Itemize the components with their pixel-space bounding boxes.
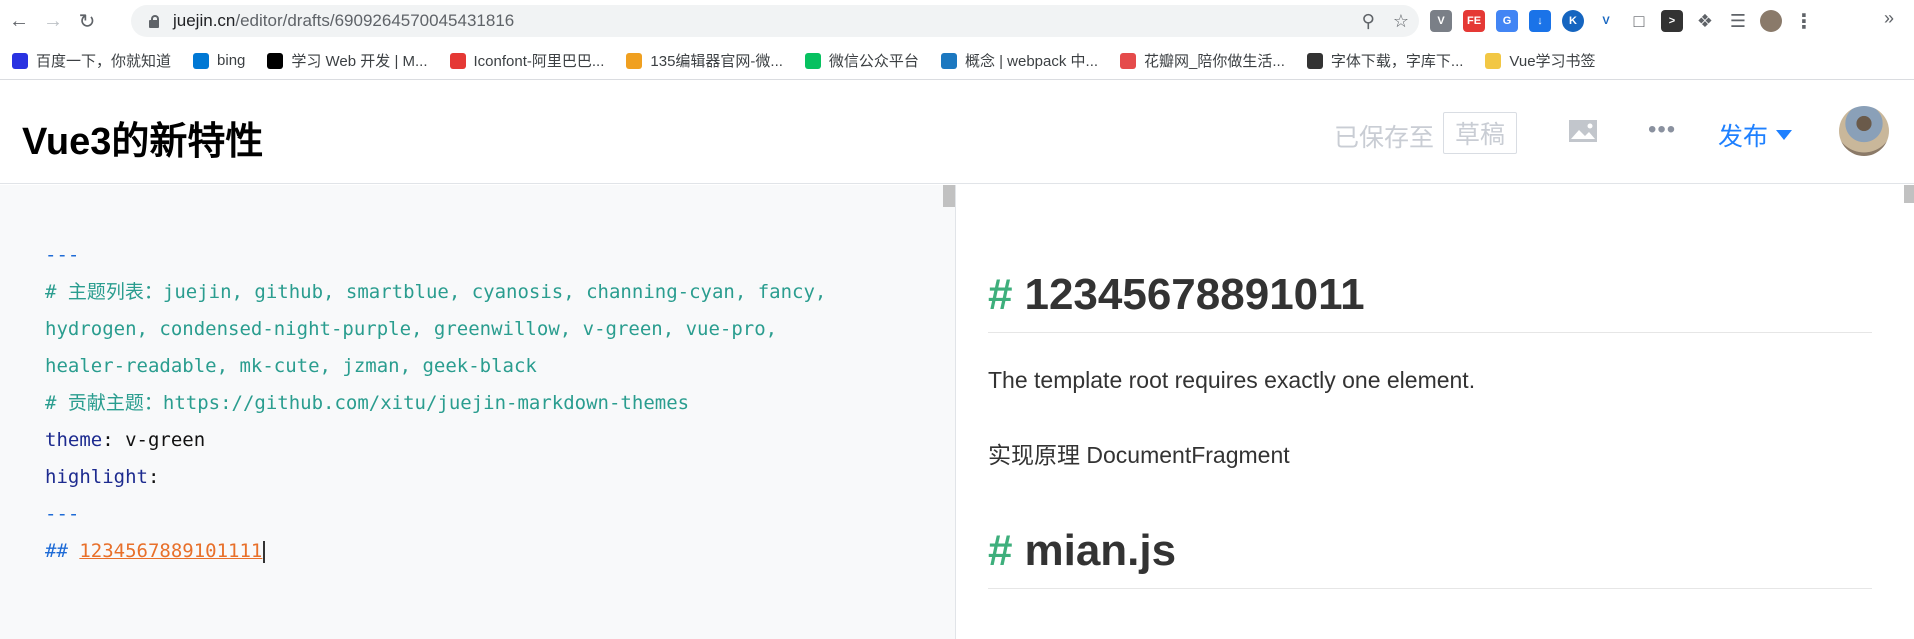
bookmark-item[interactable]: 字体下载，字库下... — [1306, 50, 1464, 71]
editor-scrollbar[interactable] — [943, 185, 955, 207]
highlight-sep: : — [147, 466, 160, 488]
bookmark-label: Iconfont-阿里巴巴... — [473, 53, 605, 70]
publish-button[interactable]: 发布 — [1718, 117, 1793, 153]
heading-hash: # — [988, 270, 1013, 319]
url-host: juejin.cn — [173, 11, 236, 30]
media-icon[interactable]: ☰ — [1727, 10, 1749, 32]
menu-kebab-icon[interactable]: ⋮ — [1793, 10, 1815, 33]
zoom-icon[interactable]: ⚲ — [1362, 11, 1375, 32]
frontmatter-end: --- — [45, 503, 80, 525]
bookmark-item[interactable]: 135编辑器官网-微... — [626, 50, 783, 71]
huaban-icon — [1120, 52, 1137, 69]
theme-value: v-green — [113, 429, 206, 451]
highlight-key: highlight — [45, 466, 148, 488]
frontmatter-start: --- — [45, 244, 80, 266]
bookmark-label: Vue学习书签 — [1509, 53, 1596, 70]
text-cursor — [263, 540, 266, 563]
bookmark-item[interactable]: 微信公众平台 — [804, 50, 919, 71]
bookmark-label: 百度一下，你就知道 — [36, 53, 172, 70]
editor-header: Vue3的新特性 已保存至 草稿 ••• 发布 — [0, 80, 1914, 184]
bookmark-item[interactable]: Iconfont-阿里巴巴... — [449, 50, 605, 71]
bookmark-item[interactable]: 百度一下，你就知道 — [12, 50, 171, 71]
puzzle-icon[interactable]: ❖ — [1694, 10, 1716, 32]
more-options-icon[interactable]: ••• — [1648, 116, 1676, 144]
markdown-source[interactable]: --- # 主题列表：juejin, github, smartblue, cy… — [45, 237, 826, 570]
folder-icon — [1485, 52, 1502, 69]
image-upload-icon[interactable] — [1568, 119, 1598, 143]
preview-content: # 12345678891011 The template root requi… — [988, 270, 1872, 589]
bookmark-item[interactable]: 花瓣网_陪你做生活... — [1120, 50, 1285, 71]
globe-icon — [1306, 52, 1323, 69]
translate-icon[interactable]: G — [1496, 10, 1518, 32]
heading-hash: # — [988, 526, 1013, 575]
fe-helper-icon[interactable]: FE — [1463, 10, 1485, 32]
comment-line: hydrogen, condensed-night-purple, greenw… — [45, 318, 778, 340]
heading-mark: ## — [45, 540, 68, 562]
saved-status: 已保存至 — [1334, 124, 1435, 152]
bookmark-item[interactable]: bing — [193, 52, 245, 69]
download-icon[interactable]: ↓ — [1529, 10, 1551, 32]
profile-avatar-icon[interactable] — [1760, 10, 1782, 32]
heading-text: 1234567889101111 — [79, 540, 263, 562]
draft-button[interactable]: 草稿 — [1443, 112, 1517, 154]
preview-scrollbar[interactable] — [1904, 185, 1914, 203]
url-path: /editor/drafts/6909264570045431816 — [235, 11, 515, 30]
back-icon[interactable]: ← — [4, 6, 34, 36]
iconfont-icon — [449, 52, 466, 69]
reload-icon[interactable]: ↻ — [72, 6, 102, 36]
k-extension-icon[interactable]: K — [1562, 10, 1584, 32]
bookmarks-bar: 百度一下，你就知道 bing 学习 Web 开发 | M... Iconfont-阿里… — [0, 42, 1914, 80]
theme-key: theme — [45, 429, 103, 451]
terminal-icon[interactable]: > — [1661, 10, 1683, 32]
vue-devtools-icon[interactable]: V — [1430, 10, 1452, 32]
heading-text: 12345678891011 — [1024, 270, 1365, 319]
preview-paragraph: The template root requires exactly one e… — [988, 367, 1476, 393]
webpack-icon — [940, 52, 957, 69]
article-title[interactable]: Vue3的新特性 — [22, 110, 263, 165]
bookmark-label: 135编辑器官网-微... — [650, 53, 783, 70]
heading-text: mian.js — [1024, 526, 1177, 575]
comment-line: # 主题列表：juejin, github, smartblue, cyanos… — [45, 281, 827, 303]
browser-toolbar: ← → ↻ juejin.cn/editor/drafts/6909264570… — [0, 0, 1914, 42]
bookmark-item[interactable]: Vue学习书签 — [1485, 50, 1596, 71]
forward-icon[interactable]: → — [38, 6, 68, 36]
mdn-icon — [267, 52, 284, 69]
bing-icon — [193, 52, 210, 69]
bookmark-label: 微信公众平台 — [828, 53, 919, 70]
lock-icon[interactable] — [147, 14, 161, 28]
more-bookmarks-icon[interactable]: » — [1884, 8, 1894, 29]
wechat-icon — [804, 52, 821, 69]
comment-line: # 贡献主题：https://github.com/xitu/juejin-ma… — [45, 392, 690, 414]
extensions-area: V FE G ↓ K V □ > ❖ ☰ ⋮ — [1430, 5, 1815, 37]
bookmark-label: 概念 | webpack 中... — [964, 53, 1099, 70]
vimium-icon[interactable]: V — [1595, 10, 1617, 32]
star-icon[interactable]: ☆ — [1393, 11, 1409, 32]
baidu-icon — [12, 52, 28, 69]
avatar[interactable] — [1839, 106, 1889, 156]
bookmark-item[interactable]: 学习 Web 开发 | M... — [267, 50, 428, 71]
theme-sep: : — [102, 429, 114, 451]
bookmark-label: 字体下载，字库下... — [1330, 53, 1464, 70]
bookmark-label: 学习 Web 开发 | M... — [291, 53, 428, 70]
address-bar[interactable]: juejin.cn/editor/drafts/6909264570045431… — [131, 5, 1419, 37]
preview-heading-1: # 12345678891011 — [988, 270, 1872, 333]
preview-paragraph: 实现原理 DocumentFragment — [988, 442, 1290, 468]
135-icon — [626, 52, 643, 69]
preview-heading-2: # mian.js — [988, 526, 1872, 589]
comment-line: healer-readable, mk-cute, jzman, geek-bl… — [45, 355, 537, 377]
bookmark-label: 花瓣网_陪你做生活... — [1144, 53, 1285, 70]
bookmark-icon[interactable]: □ — [1628, 10, 1650, 32]
bookmark-item[interactable]: 概念 | webpack 中... — [940, 50, 1099, 71]
chevron-down-icon — [1776, 130, 1793, 140]
bookmark-label: bing — [217, 52, 246, 69]
publish-label: 发布 — [1718, 123, 1769, 151]
